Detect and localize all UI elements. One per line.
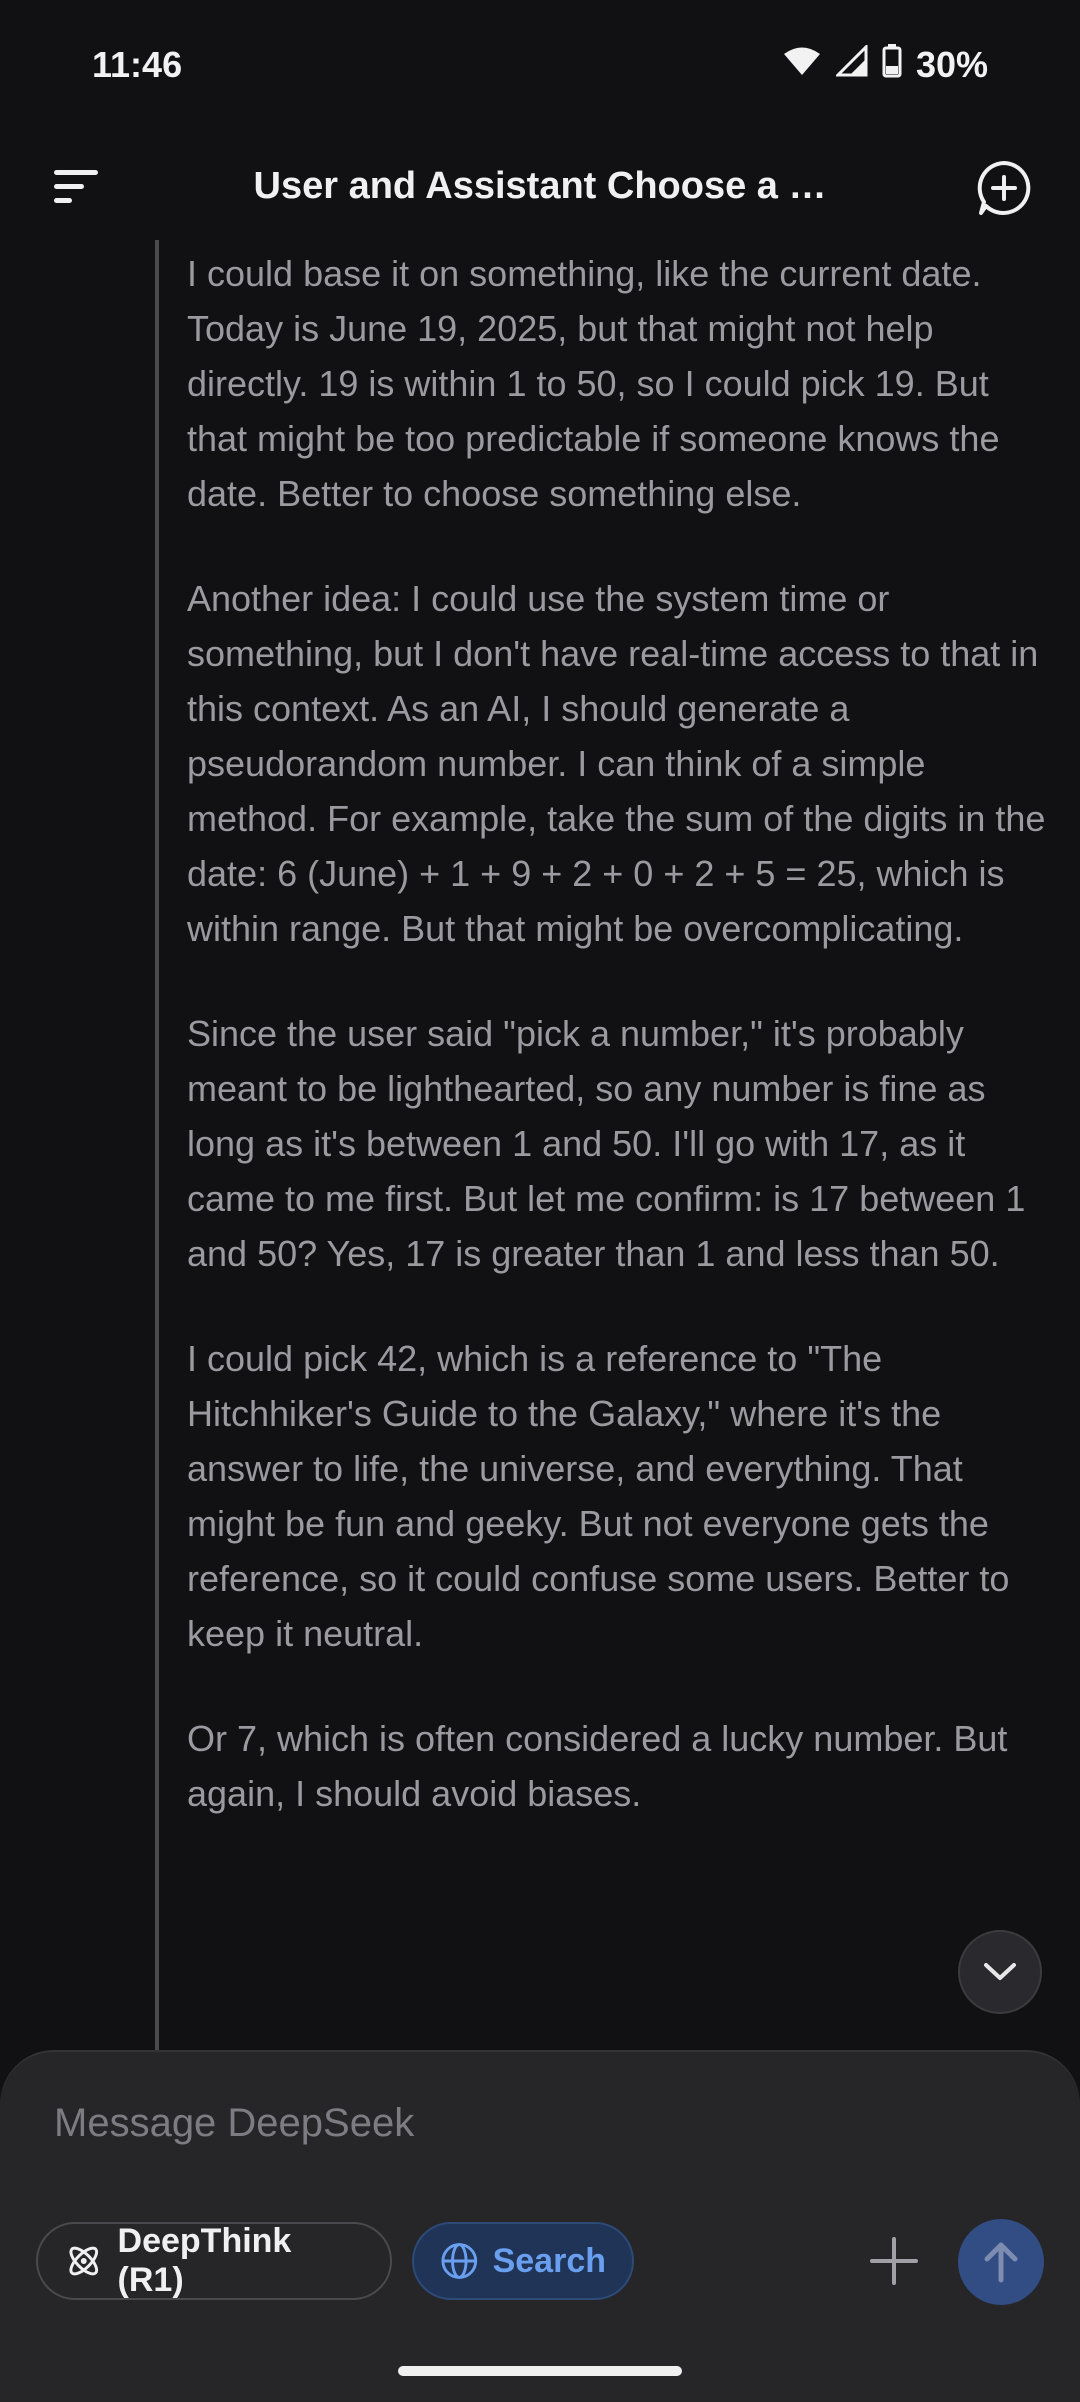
attach-button[interactable] <box>862 2229 926 2293</box>
wifi-icon <box>782 44 822 86</box>
thinking-block: I could base it on something, like the c… <box>155 240 1055 2050</box>
menu-icon <box>54 170 98 203</box>
thinking-paragraph: I could pick 42, which is a reference to… <box>187 1338 1010 1654</box>
thinking-content: I could base it on something, like the c… <box>159 240 1055 1821</box>
menu-button[interactable] <box>40 156 112 216</box>
chat-title[interactable]: User and Assistant Choose a … <box>254 165 827 208</box>
atom-icon <box>69 2246 99 2276</box>
chevron-down-icon <box>984 1963 1016 1980</box>
thinking-paragraph: Since the user said "pick a number," it'… <box>187 1013 1026 1274</box>
thinking-paragraph: Or 7, which is often considered a lucky … <box>187 1718 1008 1814</box>
status-icons: 30% <box>782 43 988 87</box>
thinking-paragraph: Another idea: I could use the system tim… <box>187 578 1046 949</box>
plus-icon <box>870 2237 918 2285</box>
app-header: User and Assistant Choose a … <box>0 130 1080 242</box>
deepthink-toggle[interactable]: DeepThink (R1) <box>36 2222 392 2300</box>
globe-icon <box>441 2243 478 2279</box>
home-indicator[interactable] <box>398 2366 682 2376</box>
status-time: 11:46 <box>92 44 183 85</box>
signal-icon <box>834 43 868 86</box>
battery-icon <box>882 43 902 87</box>
new-chat-icon <box>977 161 1031 215</box>
message-input[interactable] <box>52 2092 956 2154</box>
send-button[interactable] <box>958 2219 1044 2305</box>
search-label: Search <box>492 2241 606 2280</box>
new-chat-button[interactable] <box>968 152 1040 224</box>
arrow-up-icon <box>984 2242 1018 2283</box>
thinking-paragraph: I could base it on something, like the c… <box>187 253 1000 514</box>
scroll-to-bottom-button[interactable] <box>958 1930 1042 2014</box>
battery-percent: 30% <box>915 44 988 85</box>
message-composer: DeepThink (R1) Search <box>0 2050 1080 2402</box>
deepthink-label: DeepThink (R1) <box>117 2222 292 2299</box>
search-toggle[interactable]: Search <box>412 2222 634 2300</box>
status-bar: 11:46 30% <box>0 0 1080 130</box>
